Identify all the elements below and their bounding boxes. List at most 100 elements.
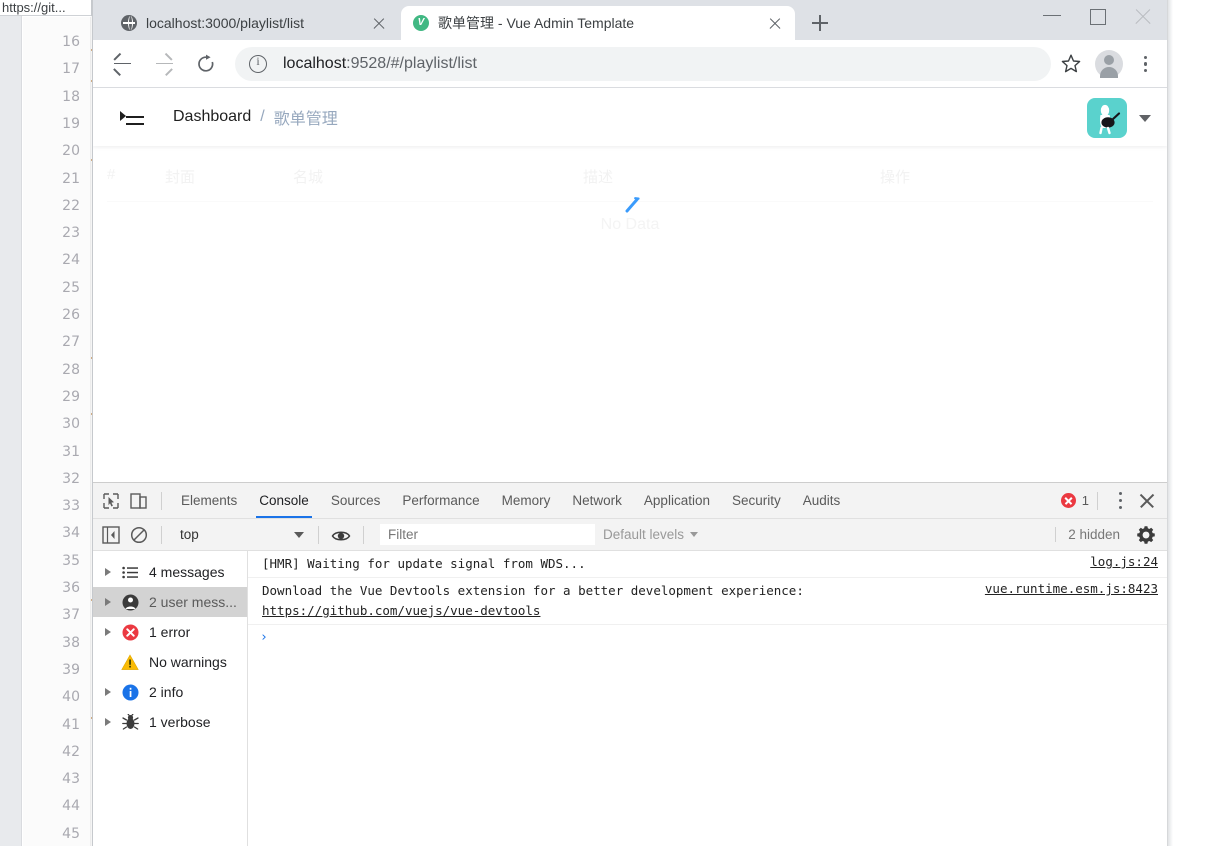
devtools-tab-performance[interactable]: Performance — [391, 483, 490, 518]
expand-triangle-icon[interactable] — [105, 718, 111, 726]
maximize-button[interactable] — [1075, 0, 1121, 32]
expand-triangle-icon[interactable] — [105, 688, 111, 696]
browser-tab-1[interactable]: localhost:3000/playlist/list — [109, 6, 399, 40]
playlist-table: # 封面 名城 描述 操作 No Data — [93, 146, 1167, 233]
close-icon[interactable] — [763, 11, 787, 35]
forward-arrow-icon[interactable] — [146, 46, 182, 82]
devtools-tab-memory[interactable]: Memory — [491, 483, 562, 518]
window-close-button[interactable] — [1121, 0, 1167, 32]
info-icon — [121, 684, 139, 701]
toolbar-divider — [161, 525, 162, 544]
console-sidebar-item-info[interactable]: 2 info — [93, 677, 247, 707]
devtools-tab-sources[interactable]: Sources — [320, 483, 392, 518]
globe-icon — [121, 15, 137, 31]
hamburger-icon[interactable] — [120, 106, 144, 128]
console-sidebar-label: 1 verbose — [149, 714, 211, 730]
warning-icon — [121, 653, 139, 671]
user-avatar[interactable] — [1087, 98, 1127, 138]
console-sidebar-item-verbose[interactable]: 1 verbose — [93, 707, 247, 737]
breadcrumb-item-dashboard[interactable]: Dashboard — [173, 108, 251, 126]
editor-line-number: 39 — [62, 661, 80, 678]
error-count-badge[interactable]: 1 — [1060, 493, 1089, 508]
editor-line-number: 28 — [62, 361, 80, 378]
console-context-value: top — [180, 527, 199, 542]
minimize-button[interactable] — [1029, 0, 1075, 32]
console-level-select[interactable]: Default levels — [603, 527, 699, 542]
back-arrow-icon[interactable] — [104, 46, 140, 82]
hidden-messages-count[interactable]: 2 hidden — [1055, 527, 1132, 542]
devtools-close-icon[interactable] — [1134, 488, 1160, 514]
browser-toolbar: localhost:9528/#/playlist/list — [93, 40, 1167, 88]
editor-line-number: 23 — [62, 225, 80, 242]
reload-icon[interactable] — [188, 46, 224, 82]
console-sidebar-item-user-messages[interactable]: 2 user mess... — [93, 587, 247, 617]
console-prompt-caret: › — [260, 630, 268, 646]
console-message-link[interactable]: https://github.com/vuejs/vue-devtools — [262, 603, 540, 618]
devtools-tab-elements[interactable]: Elements — [170, 483, 248, 518]
expand-triangle-icon[interactable] — [105, 598, 111, 606]
devtools-tab-audits[interactable]: Audits — [792, 483, 852, 518]
devtools-tab-network[interactable]: Network — [561, 483, 633, 518]
expand-triangle-icon[interactable] — [105, 568, 111, 576]
close-icon[interactable] — [367, 11, 391, 35]
address-bar[interactable]: localhost:9528/#/playlist/list — [235, 46, 1051, 81]
editor-line-number: 20 — [62, 143, 80, 160]
editor-line-number: 33 — [62, 498, 80, 515]
console-sidebar-item-errors[interactable]: 1 error — [93, 617, 247, 647]
chevron-down-icon — [294, 531, 304, 538]
console-message-text: Download the Vue Devtools extension for … — [262, 581, 971, 620]
table-column-cover: 封面 — [165, 169, 196, 186]
kebab-menu-icon[interactable] — [1131, 48, 1159, 80]
devtools-kebab-menu-icon[interactable] — [1106, 488, 1134, 514]
console-message-row[interactable]: [HMR] Waiting for update signal from WDS… — [248, 551, 1167, 579]
console-sidebar-item-warnings[interactable]: No warnings — [93, 647, 247, 677]
console-sidebar-item-messages[interactable]: 4 messages — [93, 557, 247, 587]
devtools-tab-application[interactable]: Application — [633, 483, 721, 518]
avatar-menu[interactable] — [1087, 98, 1151, 138]
console-level-value: Default levels — [603, 527, 685, 542]
console-sidebar: 4 messages 2 user mess... 1 error No war… — [93, 551, 248, 846]
toolbar-divider — [1097, 491, 1098, 510]
user-icon — [121, 594, 139, 611]
desktop-right-edge — [1167, 0, 1210, 846]
live-expression-icon[interactable] — [327, 522, 355, 548]
console-filter-bar: top Filter Default levels 2 hidden — [93, 519, 1167, 551]
editor-line-number: 21 — [62, 170, 80, 187]
editor-line-number: 24 — [62, 252, 80, 269]
toolbar-divider — [363, 525, 364, 544]
console-message-source[interactable]: vue.runtime.esm.js:8423 — [985, 581, 1158, 620]
inspect-cursor-icon[interactable] — [97, 488, 125, 514]
verbose-bug-icon — [121, 714, 139, 730]
console-filter-input[interactable]: Filter — [380, 524, 595, 545]
site-info-icon[interactable] — [249, 54, 267, 73]
device-toolbar-icon[interactable] — [125, 488, 153, 514]
breadcrumb-separator: / — [260, 108, 265, 125]
list-icon — [121, 566, 139, 579]
expand-triangle-icon[interactable] — [105, 628, 111, 636]
editor-line-number: 19 — [62, 115, 80, 132]
gear-icon[interactable] — [1132, 522, 1160, 548]
editor-line-number: 34 — [62, 525, 80, 542]
clear-console-icon[interactable] — [125, 522, 153, 548]
console-message-row[interactable]: Download the Vue Devtools extension for … — [248, 578, 1167, 626]
profile-avatar-icon[interactable] — [1095, 49, 1123, 78]
editor-line-number: 37 — [62, 607, 80, 624]
devtools-tab-bar: Elements Console Sources Performance Mem… — [93, 483, 1167, 519]
browser-tab-2-title: 歌单管理 - Vue Admin Template — [438, 15, 635, 31]
console-context-select[interactable]: top — [170, 523, 310, 547]
chevron-down-icon[interactable] — [1139, 114, 1151, 122]
devtools-tab-console[interactable]: Console — [248, 483, 320, 518]
console-sidebar-label: 1 error — [149, 624, 191, 640]
new-tab-button[interactable] — [805, 8, 835, 38]
console-output[interactable]: [HMR] Waiting for update signal from WDS… — [248, 551, 1167, 846]
console-prompt-row[interactable]: › — [248, 625, 1167, 649]
devtools-tabbar-right: 1 — [1060, 488, 1167, 514]
devtools-tab-security[interactable]: Security — [721, 483, 792, 518]
star-icon[interactable] — [1055, 48, 1087, 80]
console-body: 4 messages 2 user mess... 1 error No war… — [93, 551, 1167, 846]
browser-tab-2[interactable]: V 歌单管理 - Vue Admin Template — [401, 6, 795, 40]
devtools-panel: Elements Console Sources Performance Mem… — [93, 482, 1167, 846]
app-navbar: Dashboard / 歌单管理 — [93, 88, 1167, 146]
sidebar-toggle-icon[interactable] — [97, 522, 125, 548]
console-message-source[interactable]: log.js:24 — [1090, 554, 1158, 573]
